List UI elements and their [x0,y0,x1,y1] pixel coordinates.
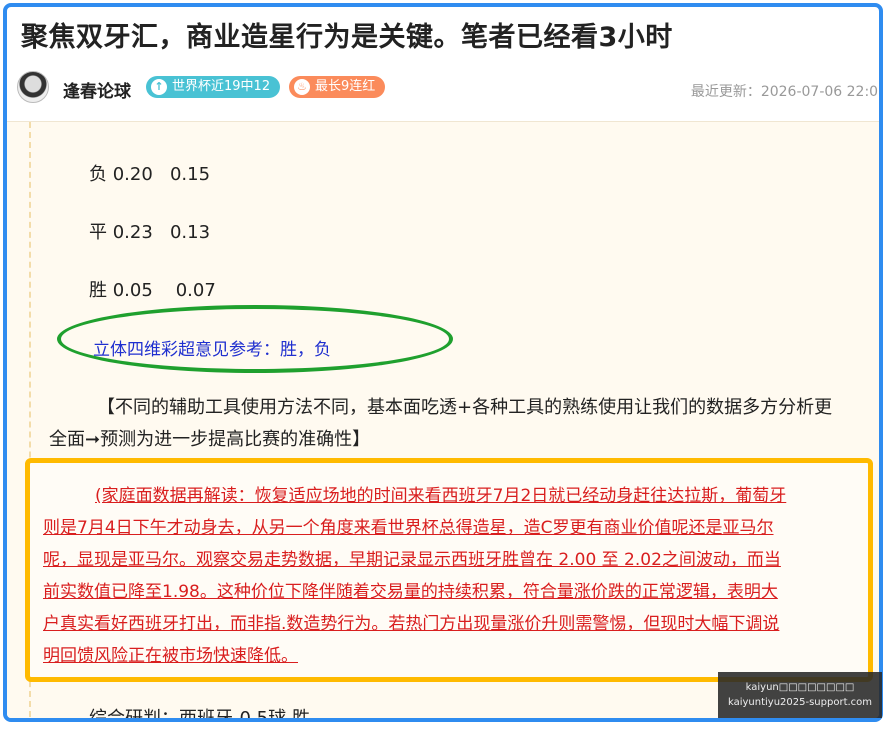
screenshot-frame: 聚焦双牙汇，商业造星行为是关键。笔者已经看3小时 逢春论球 ↑ 世界杯近19中1… [3,3,883,722]
analysis-paragraph: (家庭面数据再解读：恢复适应场地的时间来看西班牙7月2日就已经动身赶往达拉斯，葡… [43,480,873,672]
note-line: 全面➞预测为进一步提高比赛的准确性】 [49,429,371,450]
analysis-line: 户真实看好西班牙打出，而非指.数造势行为。若热门方出现量涨价升则需警惕，但现时大… [43,614,780,634]
last-updated: 最近更新：2026-07-06 22:00 [690,84,883,100]
flame-icon: ♨ [294,79,310,95]
author-avatar[interactable] [17,71,49,103]
odds-value-2: 0.13 [169,222,211,243]
analysis-line: 明回馈风险正在被市场快速降低。 [43,646,298,666]
record-badge-label: 世界杯近19中12 [172,79,271,94]
odds-value-2: 0.07 [175,280,216,301]
odds-value-1: 0.05 [112,280,153,301]
odds-row-draw: 平 0.23 0.13 [89,218,210,244]
note-line: 【不同的辅助工具使用方法不同，基本面吃透+各种工具的熟练使用让我们的数据多方分析… [97,397,833,418]
odds-label: 胜 [89,280,107,301]
streak-badge: ♨ 最长9连红 [289,76,386,98]
odds-label: 平 [89,222,107,243]
record-badge: ↑ 世界杯近19中12 [146,76,281,98]
tools-note: 【不同的辅助工具使用方法不同，基本面吃透+各种工具的熟练使用让我们的数据多方分析… [49,392,859,456]
watermark-overlay: kaiyun□□□□□□□□ kaiyuntiyu2025-support.co… [718,672,882,718]
watermark-line-2: kaiyuntiyu2025-support.com [727,697,873,708]
article-meta: 逢春论球 ↑ 世界杯近19中12 ♨ 最长9连红 最近更新：2026-07-06… [17,69,883,105]
analysis-line: 前实数值已降至1.98。这种价位下降伴随着交易量的持续积累，符合量涨价跌的正常逻… [43,582,778,602]
streak-badge-label: 最长9连红 [315,79,376,94]
final-verdict: 综合研判：西班牙-0.5球 胜 [89,708,310,722]
author-name[interactable]: 逢春论球 [63,77,131,102]
odds-value-1: 0.20 [112,164,153,185]
article-title: 聚焦双牙汇，商业造星行为是关键。笔者已经看3小时 [21,22,673,53]
analysis-line: 则是7月4日下午才动身去，从另一个角度来看世界杯总得造星，造C罗更有商业价值呢还… [43,518,774,538]
article-body: 负 0.20 0.15 平 0.23 0.13 胜 0.05 0.07 立体四维… [7,121,879,722]
odds-value-1: 0.23 [112,222,153,243]
analysis-line: 呢，显现是亚马尔。观察交易走势数据，早期记录显示西班牙胜曾在 2.00 至 2.… [43,550,781,570]
odds-row-win: 胜 0.05 0.07 [89,276,216,302]
odds-label: 负 [89,164,107,185]
prediction-tip: 立体四维彩超意见参考：胜，负 [93,340,331,360]
odds-row-loss: 负 0.20 0.15 [89,160,210,186]
odds-value-2: 0.15 [169,164,211,185]
arrow-up-icon: ↑ [151,79,167,95]
watermark-line-1: kaiyun□□□□□□□□ [745,682,855,693]
analysis-line: (家庭面数据再解读：恢复适应场地的时间来看西班牙7月2日就已经动身赶往达拉斯，葡… [95,486,787,506]
